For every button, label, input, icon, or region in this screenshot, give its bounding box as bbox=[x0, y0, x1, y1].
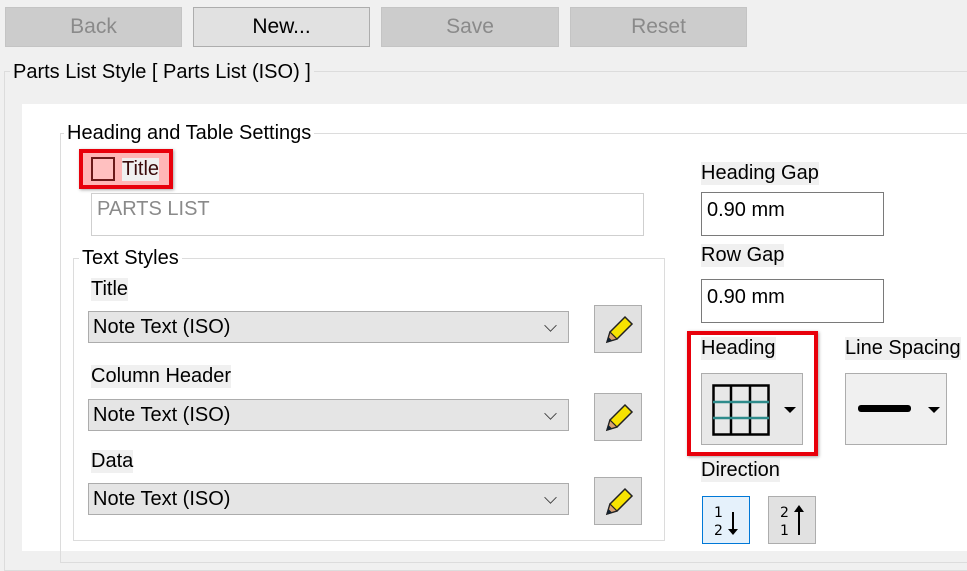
row-gap-input[interactable]: 0.90 mm bbox=[701, 279, 884, 323]
reset-button[interactable]: Reset bbox=[570, 7, 747, 47]
chevron-down-icon bbox=[544, 491, 557, 504]
chevron-down-icon bbox=[544, 407, 557, 420]
parts-list-style-title: Parts List Style [ Parts List (ISO) ] bbox=[10, 61, 314, 84]
table-grid-icon bbox=[712, 384, 770, 436]
edit-data-style-button[interactable] bbox=[594, 477, 642, 525]
heading-label: Heading bbox=[701, 337, 776, 360]
svg-text:1: 1 bbox=[780, 523, 789, 538]
dropdown-arrow-icon bbox=[928, 407, 940, 413]
data-style-value: Note Text (ISO) bbox=[93, 487, 231, 510]
edit-column-header-style-button[interactable] bbox=[594, 393, 642, 441]
direction-label: Direction bbox=[701, 459, 780, 482]
title-style-value: Note Text (ISO) bbox=[93, 315, 231, 338]
new-button[interactable]: New... bbox=[193, 7, 370, 47]
heading-table-settings-title: Heading and Table Settings bbox=[64, 122, 315, 145]
column-header-style-value: Note Text (ISO) bbox=[93, 403, 231, 426]
line-spacing-dropdown[interactable] bbox=[845, 373, 947, 445]
heading-gap-input[interactable]: 0.90 mm bbox=[701, 192, 884, 236]
pencil-icon bbox=[605, 487, 634, 516]
svg-text:1: 1 bbox=[714, 505, 723, 521]
text-styles-title: Text Styles bbox=[79, 247, 182, 270]
svg-text:2: 2 bbox=[714, 523, 723, 538]
row-gap-label: Row Gap bbox=[701, 244, 785, 267]
title-checkbox[interactable] bbox=[91, 157, 115, 181]
title-text-input[interactable]: PARTS LIST bbox=[91, 193, 644, 236]
back-button[interactable]: Back bbox=[5, 7, 182, 47]
heading-gap-label: Heading Gap bbox=[701, 162, 819, 185]
svg-text:2: 2 bbox=[780, 505, 789, 521]
data-style-select[interactable]: Note Text (ISO) bbox=[88, 483, 569, 515]
title-style-label: Title bbox=[91, 278, 129, 301]
column-header-style-select[interactable]: Note Text (ISO) bbox=[88, 399, 569, 431]
sort-up-icon: 21 bbox=[780, 505, 804, 538]
dropdown-arrow-icon bbox=[784, 407, 796, 413]
column-header-style-label: Column Header bbox=[91, 365, 232, 388]
line-weight-icon bbox=[858, 405, 911, 412]
direction-bottom-up-button[interactable]: 21 bbox=[768, 496, 816, 544]
pencil-icon bbox=[605, 403, 634, 432]
sort-down-icon: 12 bbox=[714, 505, 738, 538]
title-style-select[interactable]: Note Text (ISO) bbox=[88, 311, 569, 343]
title-checkbox-label[interactable]: Title bbox=[122, 158, 160, 181]
heading-style-dropdown[interactable] bbox=[701, 373, 803, 445]
save-button[interactable]: Save bbox=[381, 7, 559, 47]
line-spacing-label: Line Spacing bbox=[845, 337, 961, 360]
direction-top-down-button[interactable]: 12 bbox=[702, 496, 750, 544]
edit-title-style-button[interactable] bbox=[594, 305, 642, 353]
data-style-label: Data bbox=[91, 450, 134, 473]
chevron-down-icon bbox=[544, 319, 557, 332]
pencil-icon bbox=[605, 315, 634, 344]
